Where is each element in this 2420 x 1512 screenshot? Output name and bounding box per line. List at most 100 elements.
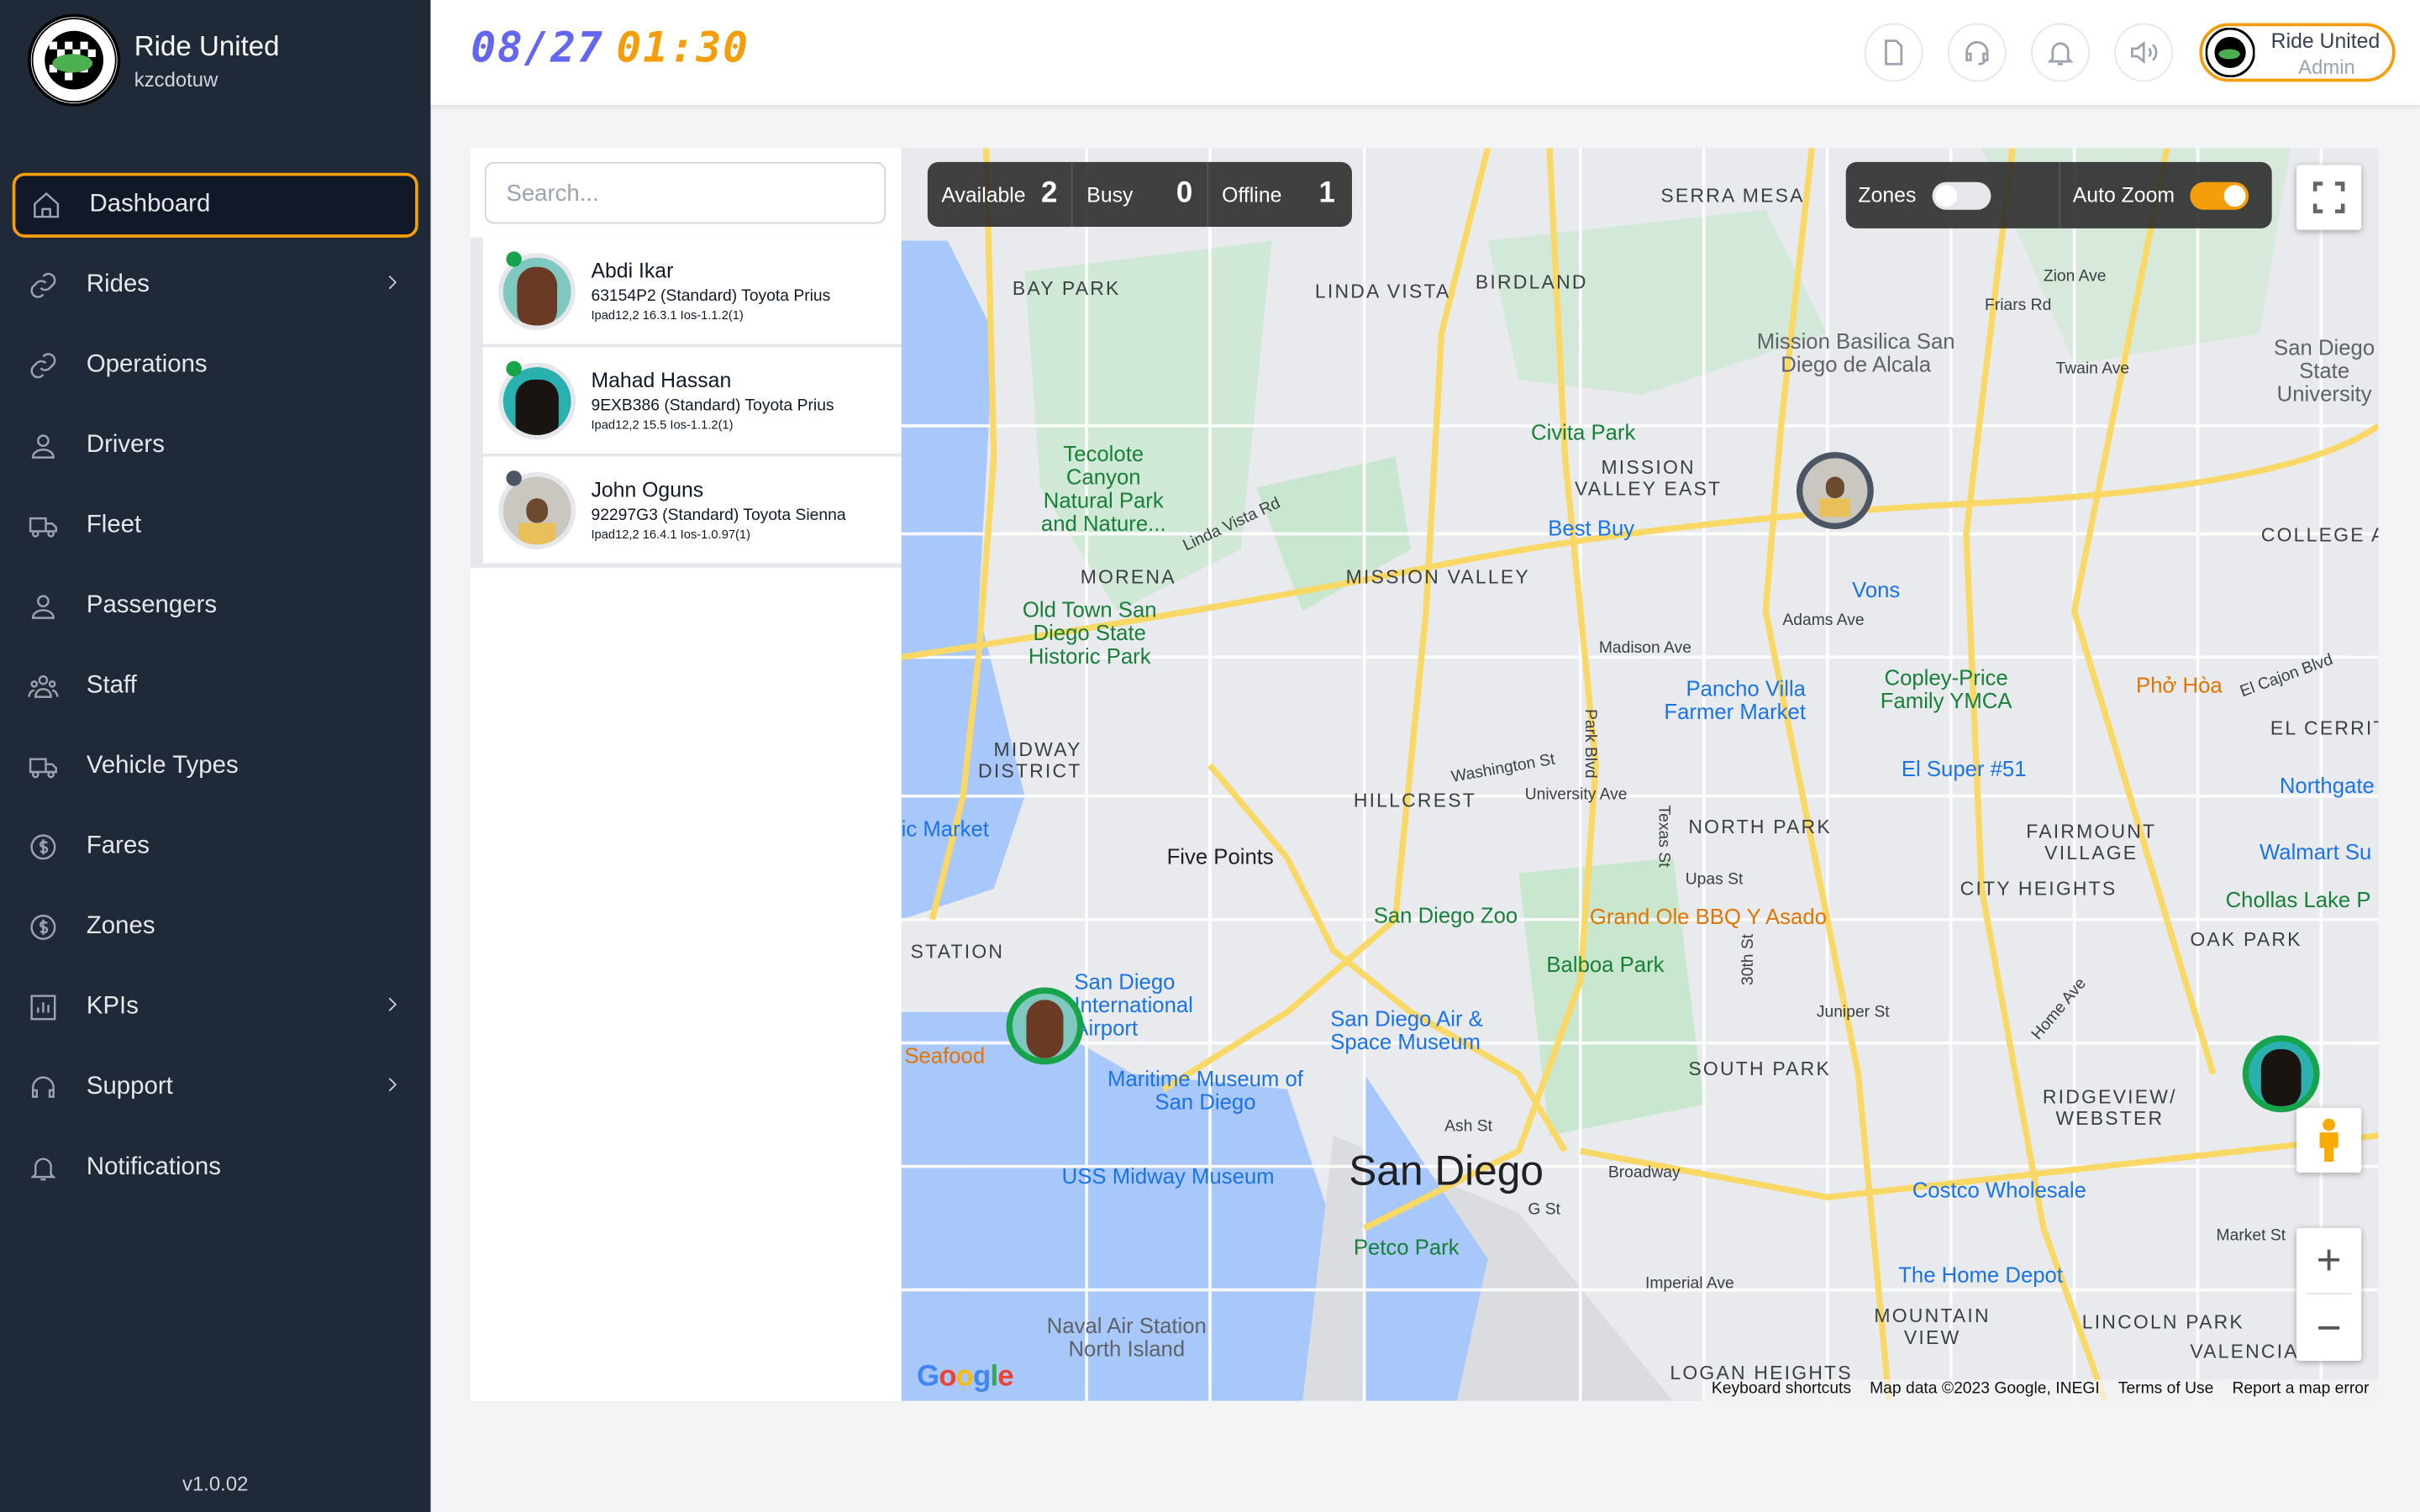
driver-name: Mahad Hassan (591, 368, 732, 392)
home-icon (34, 192, 60, 218)
map-label-area: BAY PARK (1012, 277, 1121, 300)
driver-vehicle: 9EXB386 (Standard) Toyota Prius (591, 396, 834, 416)
sidebar-item-rides[interactable]: Rides (13, 253, 418, 318)
status-dot-online (506, 360, 522, 377)
map-label-area: MOUNTAIN VIEW (1874, 1305, 1991, 1349)
sidebar-item-dashboard[interactable]: Dashboard (12, 172, 418, 238)
map-label-poi: USS Midway Museum (1061, 1163, 1275, 1189)
profile-name: Ride United (2270, 29, 2381, 53)
sidebar-item-vehicle-types[interactable]: Vehicle Types (13, 734, 418, 799)
map-label-area: FAIRMOUNT VILLAGE (2026, 821, 2157, 864)
chevron-right-icon (388, 276, 397, 290)
map-label-poi: Naval Air Station North Island (1046, 1313, 1207, 1362)
sidebar-item-kpis[interactable]: KPIs (13, 975, 418, 1040)
pegman-icon (2319, 1118, 2338, 1163)
map-label-area: VALENCIA (2190, 1341, 2299, 1362)
map-label-area: HILLCREST (1353, 790, 1476, 812)
profile-role: Admin (2298, 55, 2355, 79)
document-icon (1885, 39, 1903, 66)
terms-link[interactable]: Terms of Use (2118, 1379, 2214, 1401)
document-button[interactable] (1864, 23, 1923, 82)
driver-card[interactable]: Abdi Ikar 63154P2 (Standard) Toyota Priu… (482, 237, 902, 344)
status-available[interactable]: Available 2 (928, 161, 1073, 228)
map-label-poi: San Diego Air & Space Museum (1330, 1005, 1483, 1054)
map-label-poi: The Home Depot (1898, 1262, 2063, 1287)
map-label-poi: Pancho Villa Farmer Market (1664, 675, 1806, 724)
driver-card[interactable]: Mahad Hassan 9EXB386 (Standard) Toyota P… (482, 347, 902, 454)
map-attribution: Keyboard shortcuts Map data ©2023 Google… (1702, 1379, 2379, 1401)
autozoom-toggle-group: Auto Zoom (2060, 162, 2263, 228)
profile-menu[interactable]: Ride United Admin (2199, 23, 2396, 82)
sidebar-item-label: KPIs (86, 993, 139, 1021)
sound-button[interactable] (2114, 23, 2174, 82)
map-label-street: Ash St (1444, 1116, 1493, 1136)
map-label-poi: San Diego International Airport (1074, 969, 1193, 1040)
zones-label: Zones (1858, 183, 1917, 207)
map-label-park: Petco Park (1353, 1234, 1460, 1259)
status-dot-online (506, 251, 522, 267)
top-header: 08/27 01:30 Ride United Admin (430, 0, 2420, 105)
driver-marker-abdi-ikar[interactable] (1006, 987, 1084, 1065)
map[interactable]: BAY PARK LINDA VISTA BIRDLAND SERRA MESA… (901, 148, 2379, 1401)
sidebar-item-support[interactable]: Support (13, 1055, 418, 1120)
map-label-street: Madison Ave (1598, 638, 1691, 658)
map-label-landmark: Mission Basilica San Diego de Alcala (1756, 328, 1955, 377)
sidebar-item-passengers[interactable]: Passengers (13, 574, 418, 638)
driver-marker-mahad-hassan[interactable] (2242, 1035, 2320, 1113)
headset-icon (31, 1076, 55, 1098)
map-label-poi: Maritime Museum of San Diego (1107, 1066, 1303, 1115)
map-label-restaurant: Grand Ole BBQ Y Asado (1589, 904, 1827, 929)
support-button[interactable] (1947, 23, 2007, 82)
map-label-poi: Costco Wholesale (1912, 1177, 2086, 1202)
map-label-poi: Northgate (2279, 773, 2375, 798)
map-label-area: NORTH PARK (1688, 816, 1832, 838)
sidebar-item-fares[interactable]: Fares (13, 815, 418, 879)
status-busy[interactable]: Busy 0 (1073, 161, 1208, 228)
chart-icon (30, 995, 56, 1021)
sidebar-item-operations[interactable]: Operations (13, 333, 418, 398)
status-count: 2 (1040, 177, 1058, 210)
driver-marker-john-oguns[interactable] (1796, 452, 1874, 530)
sidebar-item-label: Rides (86, 271, 150, 298)
fullscreen-button[interactable] (2296, 165, 2362, 230)
driver-device: Ipad12,2 15.5 Ios-1.1.2(1) (591, 417, 734, 433)
driver-name: John Oguns (591, 478, 704, 501)
map-tiles (901, 148, 2379, 1401)
sidebar-item-drivers[interactable]: Drivers (13, 413, 418, 478)
map-label-poi: San Diego State University (2274, 334, 2375, 407)
sidebar-item-notifications[interactable]: Notifications (13, 1136, 418, 1200)
map-label-area: RIDGEVIEW/ WEBSTER (2042, 1086, 2177, 1130)
sidebar-item-fleet[interactable]: Fleet (13, 494, 418, 559)
zoom-out-button[interactable]: − (2317, 1294, 2342, 1361)
status-label: Available (941, 182, 1026, 207)
sidebar-item-staff[interactable]: Staff (13, 654, 418, 719)
keyboard-shortcuts-link[interactable]: Keyboard shortcuts (1712, 1379, 1851, 1401)
chevron-right-icon (388, 1078, 397, 1092)
map-label-street: Juniper St (1816, 1002, 1890, 1021)
report-error-link[interactable]: Report a map error (2232, 1379, 2369, 1401)
zones-toggle[interactable] (1931, 181, 1991, 209)
status-offline[interactable]: Offline 1 (1208, 162, 1349, 227)
driver-search-input[interactable] (484, 161, 886, 224)
map-label-street: G St (1528, 1200, 1560, 1220)
map-label-street: 30th St (1739, 933, 1758, 986)
zoom-in-button[interactable]: + (2306, 1228, 2353, 1295)
autozoom-toggle[interactable] (2190, 181, 2249, 209)
driver-card[interactable]: John Oguns 92297G3 (Standard) Toyota Sie… (482, 456, 902, 564)
map-label-street: Broadway (1607, 1163, 1681, 1182)
map-label-area: MISSION VALLEY (1345, 566, 1530, 588)
notifications-button[interactable] (2031, 23, 2090, 82)
map-label: Five Points (1166, 843, 1274, 869)
sidebar-item-zones[interactable]: Zones (13, 895, 418, 959)
link-icon (30, 353, 56, 379)
map-label-park: Civita Park (1531, 419, 1636, 444)
map-label-area: SOUTH PARK (1688, 1058, 1831, 1080)
link-icon (30, 272, 56, 298)
street-view-pegman[interactable] (2296, 1107, 2362, 1173)
sidebar-item-label: Fares (86, 832, 150, 860)
sidebar-item-label: Drivers (86, 432, 165, 459)
map-label-poi: Walmart Su (2259, 839, 2372, 864)
sidebar-item-label: Passengers (86, 592, 218, 619)
google-logo: Google (917, 1361, 1014, 1394)
speaker-icon (2131, 40, 2158, 65)
